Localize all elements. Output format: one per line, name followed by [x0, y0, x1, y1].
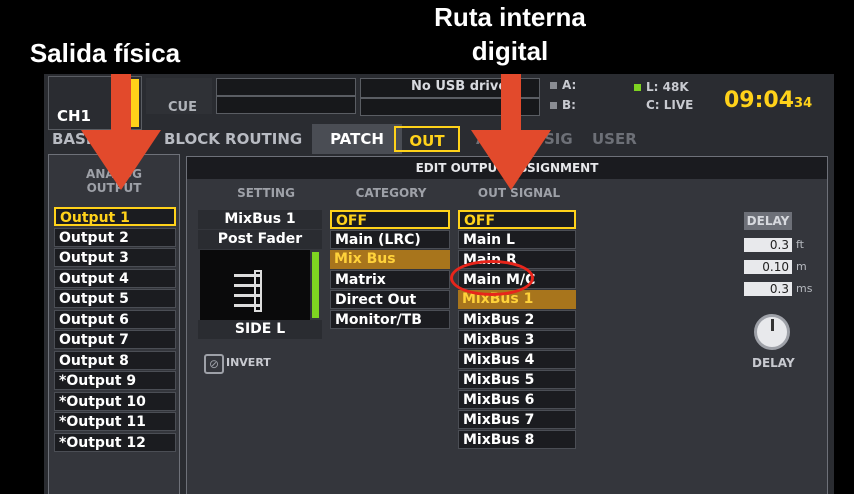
- output-10[interactable]: *Output 10: [54, 392, 176, 411]
- output-8[interactable]: Output 8: [54, 351, 176, 370]
- output-3[interactable]: Output 3: [54, 248, 176, 267]
- setting-line1: MixBus 1: [198, 210, 322, 229]
- arrow-left-shaft: [111, 74, 131, 134]
- output-9[interactable]: *Output 9: [54, 371, 176, 390]
- output-6[interactable]: Output 6: [54, 310, 176, 329]
- signal-mixbus-8[interactable]: MixBus 8: [458, 430, 576, 449]
- signal-mixbus-2[interactable]: MixBus 2: [458, 310, 576, 329]
- category-mix-bus[interactable]: Mix Bus: [330, 250, 450, 269]
- delay-ft-unit: ft: [796, 238, 804, 251]
- setting-header: SETTING: [237, 186, 295, 200]
- arrow-right-head: [471, 130, 551, 190]
- highlight-circle: [450, 260, 534, 296]
- tab-out[interactable]: OUT: [394, 126, 460, 152]
- invert-icon[interactable]: ⊘: [204, 354, 224, 374]
- delay-knob-icon[interactable]: [754, 314, 790, 350]
- arrow-right-shaft: [501, 74, 521, 134]
- ab-status: A: B:: [546, 78, 622, 112]
- category-main-lrc[interactable]: Main (LRC): [330, 230, 450, 249]
- caption-salida: Salida física: [29, 38, 181, 68]
- signal-off[interactable]: OFF: [458, 210, 576, 229]
- l-indicator: [634, 84, 641, 91]
- caption-ruta-2: digital: [471, 36, 549, 66]
- cue-area[interactable]: CUE: [146, 78, 212, 115]
- signal-mixbus-3[interactable]: MixBus 3: [458, 330, 576, 349]
- c-label: C: LIVE: [646, 98, 694, 112]
- category-header: CATEGORY: [355, 186, 427, 200]
- delay-m-value[interactable]: 0.10: [744, 260, 792, 274]
- usb-status: No USB drive: [411, 79, 508, 94]
- name-slot-1: [216, 78, 356, 96]
- category-direct-out[interactable]: Direct Out: [330, 290, 450, 309]
- output-4[interactable]: Output 4: [54, 269, 176, 288]
- signal-mixbus-4[interactable]: MixBus 4: [458, 350, 576, 369]
- signal-main-l[interactable]: Main L: [458, 230, 576, 249]
- b-indicator: [550, 102, 557, 109]
- output-5[interactable]: Output 5: [54, 289, 176, 308]
- a-indicator: [550, 82, 557, 89]
- b-label: B:: [562, 98, 576, 112]
- output-12[interactable]: *Output 12: [54, 433, 176, 452]
- setting-line2: Post Fader: [198, 230, 322, 249]
- output-11[interactable]: *Output 11: [54, 412, 176, 431]
- delay-knob-label: DELAY: [752, 356, 795, 370]
- tab-patch[interactable]: PATCH: [312, 124, 402, 154]
- tab-user[interactable]: USER: [592, 124, 637, 154]
- lc-status: L: 48K C: LIVE: [632, 80, 708, 114]
- caption-ruta-1: Ruta interna: [434, 2, 586, 32]
- clock: 09:0434: [724, 88, 812, 113]
- signal-mixbus-7[interactable]: MixBus 7: [458, 410, 576, 429]
- signal-mixbus-6[interactable]: MixBus 6: [458, 390, 576, 409]
- output-2[interactable]: Output 2: [54, 228, 176, 247]
- clock-seconds: 34: [794, 96, 813, 111]
- tab-block-routing[interactable]: BLOCK ROUTING: [164, 124, 302, 154]
- side-label: SIDE L: [198, 320, 322, 339]
- delay-ft-value[interactable]: 0.3: [744, 238, 792, 252]
- l-label: L: 48K: [646, 80, 689, 94]
- category-off[interactable]: OFF: [330, 210, 450, 229]
- category-matrix[interactable]: Matrix: [330, 270, 450, 289]
- delay-ms-unit: ms: [796, 282, 813, 295]
- mixer-screen: CH1 CUE No USB drive A: B: L: 48K C: LIV…: [44, 74, 834, 494]
- level-meter: [312, 252, 319, 318]
- output-1[interactable]: Output 1: [54, 207, 176, 226]
- name-slot-2: [216, 96, 356, 114]
- fader-icon: [234, 268, 266, 318]
- clock-time: 09:04: [724, 88, 795, 113]
- delay-m-unit: m: [796, 260, 807, 273]
- cue-label: CUE: [168, 100, 197, 115]
- delay-ms-value[interactable]: 0.3: [744, 282, 792, 296]
- a-label: A:: [562, 78, 577, 92]
- category-monitor-tb[interactable]: Monitor/TB: [330, 310, 450, 329]
- channel-label: CH1: [57, 107, 91, 125]
- arrow-left-head: [81, 130, 161, 190]
- invert-label: INVERT: [226, 356, 271, 369]
- signal-mixbus-5[interactable]: MixBus 5: [458, 370, 576, 389]
- delay-button[interactable]: DELAY: [744, 212, 792, 230]
- output-7[interactable]: Output 7: [54, 330, 176, 349]
